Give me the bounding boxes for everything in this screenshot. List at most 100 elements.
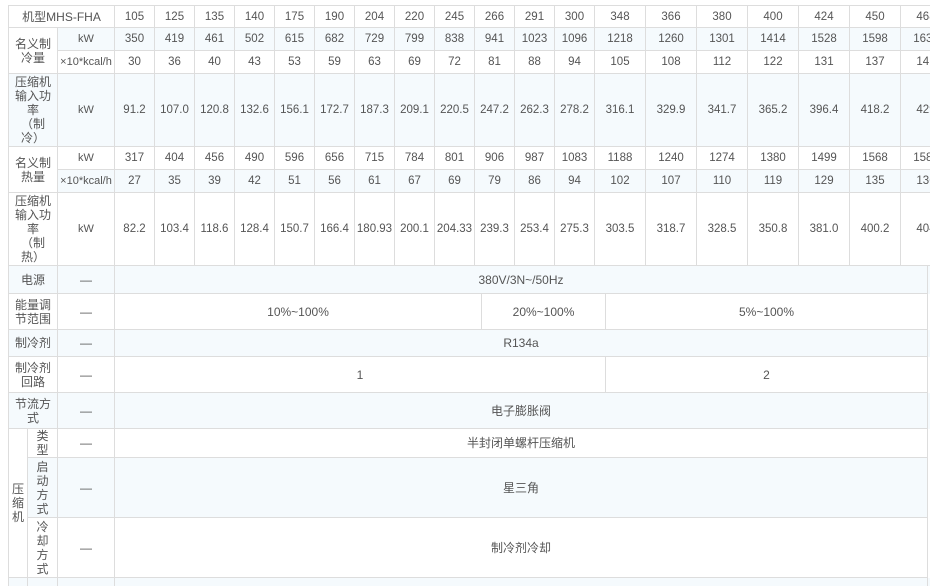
value-cell: 303.5 xyxy=(595,193,646,266)
column-header-cell: 468 xyxy=(901,5,930,28)
value-cell: 69 xyxy=(395,51,435,74)
cooling-kw-row: kW 3504194615026156827297998389411023109… xyxy=(58,28,930,51)
value-cell: 615 xyxy=(275,28,315,51)
value-cell: 204.33 xyxy=(435,193,475,266)
value-cell: 61 xyxy=(355,170,395,193)
capacity-range-label: 能量调 节范围 xyxy=(8,294,58,330)
partial-cell xyxy=(115,578,928,586)
column-header-cell: 300 xyxy=(555,5,595,28)
value-cell: 91.2 xyxy=(115,74,155,147)
value-cell: 1499 xyxy=(799,147,850,170)
column-header-cell: 266 xyxy=(475,5,515,28)
value-cell: 72 xyxy=(435,51,475,74)
value-cell: 729 xyxy=(355,28,395,51)
header-row: 机型MHS-FHA 105125135140175190204220245266… xyxy=(8,5,930,28)
heating-kcal-unit-cell: ×10*kcal/h xyxy=(58,170,115,193)
value-cell: 220.5 xyxy=(435,74,475,147)
value-cell: 172.7 xyxy=(315,74,355,147)
value-cell: 56 xyxy=(315,170,355,193)
compressor-type-value: 半封闭单螺杆压缩机 xyxy=(115,429,928,458)
model-header-cell: 机型MHS-FHA xyxy=(8,5,115,28)
value-cell: 490 xyxy=(235,147,275,170)
value-cell: 418.2 xyxy=(850,74,901,147)
value-cell: 906 xyxy=(475,147,515,170)
dash-cell: — xyxy=(58,266,115,294)
value-cell: 799 xyxy=(395,28,435,51)
value-cell: 27 xyxy=(115,170,155,193)
value-cell: 150.7 xyxy=(275,193,315,266)
value-cell: 119 xyxy=(748,170,799,193)
value-cell: 88 xyxy=(515,51,555,74)
power-supply-row: 电源 — 380V/3N~/50Hz xyxy=(8,266,930,294)
compressor-group-label: 压 缩 机 xyxy=(8,429,28,578)
value-cell: 341.7 xyxy=(697,74,748,147)
value-cell: 82.2 xyxy=(115,193,155,266)
value-cell: 108 xyxy=(646,51,697,74)
heating-capacity-rows: kW 3174044564905966567157848019069871083… xyxy=(58,147,930,193)
value-cell: 53 xyxy=(275,51,315,74)
value-cell: 118.6 xyxy=(195,193,235,266)
value-cell: 400.2 xyxy=(850,193,901,266)
refrigerant-label: 制冷剂 xyxy=(8,330,58,357)
value-cell: 135 xyxy=(850,170,901,193)
value-cell: 107 xyxy=(646,170,697,193)
value-cell: 1218 xyxy=(595,28,646,51)
value-cell: 36 xyxy=(155,51,195,74)
value-cell: 941 xyxy=(475,28,515,51)
value-cell: 69 xyxy=(435,170,475,193)
dash-cell: — xyxy=(58,357,115,393)
value-cell: 1638 xyxy=(901,28,930,51)
value-cell: 105 xyxy=(595,51,646,74)
value-cell: 253.4 xyxy=(515,193,555,266)
value-cell: 102 xyxy=(595,170,646,193)
value-cell: 110 xyxy=(697,170,748,193)
circuits-row: 制冷剂 回路 — 1 2 xyxy=(8,357,930,393)
column-header-cell: 135 xyxy=(195,5,235,28)
dash-cell: — xyxy=(58,518,115,578)
value-cell: 350 xyxy=(115,28,155,51)
column-header-cell: 450 xyxy=(850,5,901,28)
value-cell: 682 xyxy=(315,28,355,51)
compressor-start-value: 星三角 xyxy=(115,458,928,518)
value-cell: 42 xyxy=(235,170,275,193)
cooling-capacity-rows: kW 3504194615026156827297998389411023109… xyxy=(58,28,930,74)
value-cell: 200.1 xyxy=(395,193,435,266)
value-cell: 1568 xyxy=(850,147,901,170)
cooling-input-values: 91.2107.0120.8132.6156.1172.7187.3209.12… xyxy=(115,74,930,147)
dash-cell: — xyxy=(58,294,115,330)
value-cell: 1380 xyxy=(748,147,799,170)
value-cell: 107.0 xyxy=(155,74,195,147)
value-cell: 1240 xyxy=(646,147,697,170)
compressor-rows: 类 型 — 半封闭单螺杆压缩机 启 动 方 式 — 星三角 冷 却 方 式 — … xyxy=(28,429,928,578)
value-cell: 502 xyxy=(235,28,275,51)
value-cell: 136 xyxy=(901,170,930,193)
cooling-capacity-label: 名义制 冷量 xyxy=(8,28,58,74)
value-cell: 180.93 xyxy=(355,193,395,266)
cooling-kw-values: 3504194615026156827297998389411023109612… xyxy=(115,28,930,51)
value-cell: 51 xyxy=(275,170,315,193)
value-cell: 81 xyxy=(475,51,515,74)
value-cell: 86 xyxy=(515,170,555,193)
capacity-range-span-1: 10%~100% xyxy=(115,294,482,330)
dash-cell: — xyxy=(58,393,115,429)
value-cell: 1528 xyxy=(799,28,850,51)
value-cell: 209.1 xyxy=(395,74,435,147)
compressor-cooling-label: 冷 却 方 式 xyxy=(28,518,58,578)
heating-input-row: 压缩机 输入功 率 （制 热） kW 82.2103.4118.6128.415… xyxy=(8,193,930,266)
cooling-kcal-unit-cell: ×10*kcal/h xyxy=(58,51,115,74)
value-cell: 1301 xyxy=(697,28,748,51)
circuits-label: 制冷剂 回路 xyxy=(8,357,58,393)
column-header-cell: 366 xyxy=(646,5,697,28)
power-supply-label: 电源 xyxy=(8,266,58,294)
value-cell: 838 xyxy=(435,28,475,51)
value-cell: 247.2 xyxy=(475,74,515,147)
value-cell: 275.3 xyxy=(555,193,595,266)
value-cell: 429 xyxy=(901,74,930,147)
value-cell: 1083 xyxy=(555,147,595,170)
value-cell: 596 xyxy=(275,147,315,170)
column-header-cell: 380 xyxy=(697,5,748,28)
value-cell: 350.8 xyxy=(748,193,799,266)
cooling-capacity-band: 名义制 冷量 kW 350419461502615682729799838941… xyxy=(8,28,930,74)
value-cell: 122 xyxy=(748,51,799,74)
value-cell: 461 xyxy=(195,28,235,51)
